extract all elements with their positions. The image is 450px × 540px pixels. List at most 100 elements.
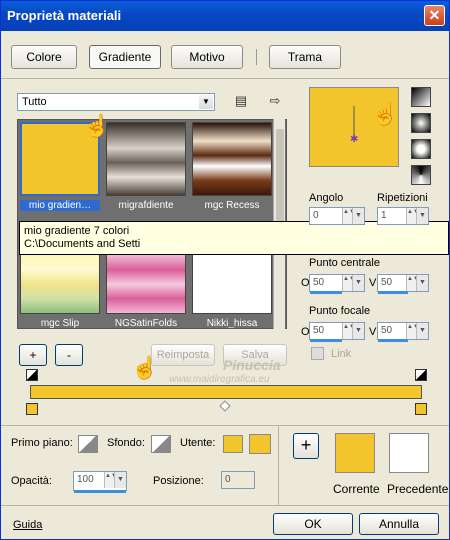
gradient-bar[interactable] xyxy=(30,385,422,399)
sunburst-style-button[interactable] xyxy=(411,139,431,159)
user-color-box[interactable] xyxy=(223,435,243,453)
opacity-value: 100 xyxy=(77,474,94,485)
color-stop-right[interactable] xyxy=(415,403,427,415)
chevron-down-icon[interactable]: ▼ xyxy=(352,208,364,224)
position-input[interactable]: 0 xyxy=(221,471,255,489)
focal-v-value: 50 xyxy=(381,325,393,336)
position-label: Posizione: xyxy=(153,475,204,487)
svg-text:✱: ✱ xyxy=(350,134,358,145)
watermark-title: Pinuccia xyxy=(223,357,281,373)
center-o-value: 50 xyxy=(313,277,325,288)
tab-gradiente[interactable]: Gradiente xyxy=(89,45,161,69)
divider xyxy=(1,425,449,426)
user-color-swatch[interactable] xyxy=(249,434,271,454)
material-properties-dialog: Proprietà materiali ✕ Colore Gradiente M… xyxy=(0,0,450,540)
spin-arrows-icon[interactable]: ▲▼ xyxy=(104,472,117,488)
rectangular-style-button[interactable] xyxy=(411,113,431,133)
add-stop-button[interactable]: + xyxy=(19,344,47,366)
focal-point-label: Punto focale xyxy=(309,305,371,317)
angle-label: Angolo xyxy=(309,192,344,204)
pointing-hand-icon: ☝ xyxy=(131,355,159,380)
current-color-swatch xyxy=(335,433,375,473)
close-button[interactable]: ✕ xyxy=(424,5,445,26)
focal-point-icon: ✱ xyxy=(350,106,358,145)
gallery-item-label: NGSatinFolds xyxy=(114,318,178,329)
previous-color-swatch[interactable] xyxy=(389,433,429,473)
spin-arrows-icon[interactable]: ▲▼ xyxy=(406,323,419,339)
chevron-down-icon[interactable]: ▼ xyxy=(114,472,126,488)
help-link[interactable]: Guida xyxy=(13,519,42,531)
value-bar xyxy=(378,291,408,294)
cancel-button[interactable]: Annulla xyxy=(359,513,439,535)
gallery-item-label: migrafdiente xyxy=(118,200,174,211)
pointing-hand-icon: ☝ xyxy=(83,113,111,138)
tab-colore[interactable]: Colore xyxy=(11,45,77,69)
arrow-right-icon[interactable]: ⇨ xyxy=(267,93,283,109)
linear-style-button[interactable] xyxy=(411,87,431,107)
divider xyxy=(278,425,279,505)
link-checkbox[interactable] xyxy=(311,347,324,360)
center-o-input[interactable]: 50 ▲▼ ▼ xyxy=(309,274,365,294)
ok-button[interactable]: OK xyxy=(273,513,353,535)
radial-style-button[interactable] xyxy=(411,165,431,185)
chevron-down-icon[interactable]: ▼ xyxy=(416,208,428,224)
gradient-swatch xyxy=(192,122,272,196)
category-select-value: Tutto xyxy=(22,96,47,108)
divider xyxy=(1,505,449,506)
color-stop-left[interactable] xyxy=(26,403,38,415)
value-bar xyxy=(378,339,408,342)
spin-arrows-icon[interactable]: ▲▼ xyxy=(342,208,355,224)
angle-input[interactable]: 0 ▲▼ ▼ xyxy=(309,207,365,225)
tab-trama[interactable]: Trama xyxy=(269,45,341,69)
watermark-url: www.maidiregrafica.eu xyxy=(169,374,270,385)
gallery-item-label: mgc Slip xyxy=(40,318,80,329)
spin-arrows-icon[interactable]: ▲▼ xyxy=(406,275,419,291)
transparency-stop-right[interactable] xyxy=(415,369,427,381)
category-select[interactable]: Tutto ▼ xyxy=(17,93,215,111)
value-bar xyxy=(74,490,126,493)
chevron-down-icon[interactable]: ▼ xyxy=(352,275,364,291)
tooltip-path: C:\Documents and Setti xyxy=(24,238,141,250)
divider xyxy=(1,78,449,79)
background-color-box[interactable] xyxy=(151,435,171,453)
focal-o-input[interactable]: 50 ▲▼ ▼ xyxy=(309,322,365,342)
repeat-label: Ripetizioni xyxy=(377,192,428,204)
window-title: Proprietà materiali xyxy=(7,8,122,23)
reset-button[interactable]: Reimposta xyxy=(151,344,215,366)
focal-v-input[interactable]: 50 ▲▼ ▼ xyxy=(377,322,429,342)
chevron-down-icon[interactable]: ▼ xyxy=(352,323,364,339)
transparency-stop-left[interactable] xyxy=(26,369,38,381)
gallery-item-label: mio gradien… xyxy=(20,200,100,211)
tab-motivo[interactable]: Motivo xyxy=(171,45,243,69)
opacity-input[interactable]: 100 ▲▼ ▼ xyxy=(73,471,127,493)
gradient-swatch xyxy=(106,122,186,196)
add-swatch-button[interactable]: + xyxy=(293,433,319,459)
gallery-item-mgc-recess[interactable]: mgc Recess xyxy=(192,122,272,211)
chevron-down-icon[interactable]: ▼ xyxy=(416,275,428,291)
center-v-label: V xyxy=(369,277,377,289)
chevron-down-icon[interactable]: ▼ xyxy=(199,95,213,109)
previous-label: Precedente xyxy=(387,482,449,496)
midpoint-marker[interactable] xyxy=(219,400,231,412)
spin-arrows-icon[interactable]: ▲▼ xyxy=(342,323,355,339)
user-label: Utente: xyxy=(180,437,216,449)
current-label: Corrente xyxy=(333,482,380,496)
value-bar xyxy=(310,339,343,342)
repeat-value: 1 xyxy=(381,210,387,221)
spin-arrows-icon[interactable]: ▲▼ xyxy=(342,275,355,291)
chevron-down-icon[interactable]: ▼ xyxy=(416,323,428,339)
gradient-preview[interactable]: ✱ xyxy=(309,87,399,167)
title-bar: Proprietà materiali ✕ xyxy=(1,1,449,31)
value-bar xyxy=(310,291,343,294)
spin-arrows-icon[interactable]: ▲▼ xyxy=(406,208,419,224)
repeat-input[interactable]: 1 ▲▼ ▼ xyxy=(377,207,429,225)
remove-stop-button[interactable]: - xyxy=(55,344,83,366)
center-point-label: Punto centrale xyxy=(309,257,380,269)
browse-folder-icon[interactable]: ▤ xyxy=(233,93,249,109)
tab-separator xyxy=(256,49,257,65)
gallery-item-label: mgc Recess xyxy=(204,200,260,211)
pointing-hand-icon: ☝ xyxy=(371,101,399,126)
center-v-input[interactable]: 50 ▲▼ ▼ xyxy=(377,274,429,294)
foreground-color-box[interactable] xyxy=(78,435,98,453)
gallery-item-migrafdiente[interactable]: migrafdiente xyxy=(106,122,186,211)
